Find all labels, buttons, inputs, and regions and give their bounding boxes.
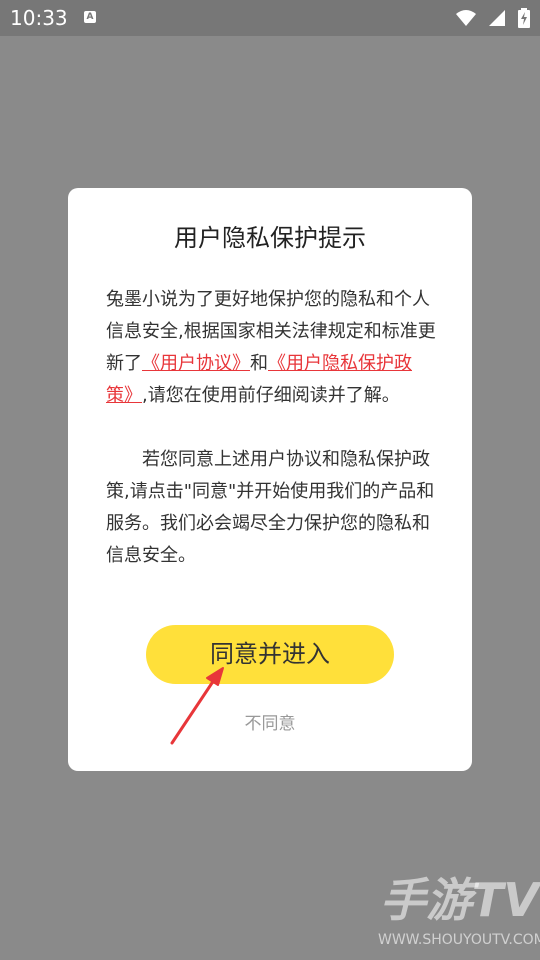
status-time: 10:33: [10, 6, 68, 30]
battery-charging-icon: [518, 8, 530, 28]
consent-paragraph: 若您同意上述用户协议和隐私保护政策,请点击"同意"并开始使用我们的产品和服务。我…: [106, 449, 435, 566]
watermark-url: WWW.SHOUYOUTV.COM: [378, 932, 540, 948]
agree-and-enter-button[interactable]: 同意并进入: [146, 625, 394, 684]
signal-icon: [488, 10, 505, 26]
disagree-button[interactable]: 不同意: [68, 712, 472, 736]
dialog-title: 用户隐私保护提示: [174, 224, 366, 252]
status-bar: 10:33: [0, 0, 540, 36]
privacy-dialog: 用户隐私保护提示 兔墨小说为了更好地保护您的隐私和个人信息安全,根据国家相关法律…: [68, 188, 472, 771]
watermark-logo: 手游TV: [380, 873, 539, 927]
user-agreement-link[interactable]: 《用户协议》: [142, 353, 250, 374]
dialog-body: 兔墨小说为了更好地保护您的隐私和个人信息安全,根据国家相关法律规定和标准更新了《…: [106, 284, 436, 572]
notice-text-ending: ,请您在使用前仔细阅读并了解。: [142, 385, 400, 406]
privacy-notice-paragraph: 兔墨小说为了更好地保护您的隐私和个人信息安全,根据国家相关法律规定和标准更新了《…: [106, 284, 436, 412]
accessibility-a-icon: [84, 11, 96, 23]
wifi-icon: [455, 10, 476, 26]
notice-text-and: 和: [250, 353, 268, 374]
status-icons: [450, 8, 530, 28]
